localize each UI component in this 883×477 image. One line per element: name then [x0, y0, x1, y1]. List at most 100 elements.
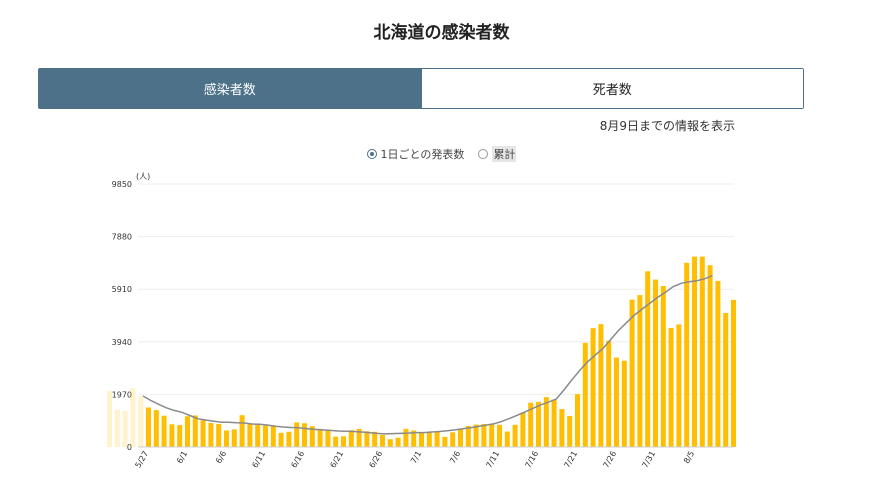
faded-bar: [138, 396, 144, 447]
bar[interactable]: [731, 299, 736, 447]
bar[interactable]: [364, 431, 370, 447]
bar[interactable]: [653, 279, 658, 447]
bar[interactable]: [380, 434, 385, 447]
bar[interactable]: [715, 280, 721, 447]
bar[interactable]: [419, 432, 424, 447]
bar[interactable]: [153, 410, 159, 447]
y-tick-label: 7880: [112, 233, 132, 242]
bar[interactable]: [707, 265, 713, 447]
x-tick-label: 7/1: [409, 450, 423, 466]
bar[interactable]: [676, 324, 682, 447]
bar[interactable]: [270, 425, 276, 447]
faded-bar: [107, 390, 112, 447]
bar[interactable]: [504, 431, 510, 447]
mode-radio-group: 1日ごとの発表数 累計: [0, 146, 883, 162]
bar[interactable]: [489, 423, 495, 447]
bar[interactable]: [458, 428, 463, 447]
bar[interactable]: [239, 415, 245, 447]
bar[interactable]: [302, 423, 307, 447]
bar[interactable]: [333, 436, 339, 447]
bar[interactable]: [614, 357, 619, 447]
radio-cumulative-indicator[interactable]: [478, 149, 489, 159]
bar[interactable]: [192, 415, 198, 447]
bar[interactable]: [216, 424, 222, 447]
chart-x-axis: 5/27 6/1 6/6 6/11 6/16 6/21 6/26 7/1 7/6 7/11 7/16…: [133, 446, 734, 470]
bar[interactable]: [590, 328, 596, 447]
bar[interactable]: [450, 432, 456, 447]
bar[interactable]: [169, 424, 175, 447]
bar[interactable]: [536, 401, 541, 447]
bar[interactable]: [473, 424, 479, 447]
radio-daily-label: 1日ごとの発表数: [380, 148, 465, 161]
bar[interactable]: [317, 428, 323, 447]
x-tick-label: 7/31: [640, 450, 657, 470]
bar[interactable]: [403, 428, 409, 447]
radio-daily-indicator[interactable]: [366, 149, 377, 159]
x-tick-label: 5/27: [133, 450, 150, 470]
x-tick-label: 7/11: [484, 450, 501, 470]
faded-bar: [130, 388, 136, 447]
faded-bar: [114, 409, 120, 447]
tab-deaths[interactable]: 死者数: [420, 69, 803, 108]
infections-chart: 019703940591078809850 (人) 5/27 6/1 6/6 6/11…: [107, 172, 736, 470]
x-tick-label: 6/6: [214, 450, 228, 466]
x-tick-label: 6/11: [250, 450, 267, 470]
chart-gridlines: [138, 183, 734, 448]
bar[interactable]: [512, 424, 518, 447]
bar[interactable]: [481, 424, 487, 447]
bar[interactable]: [146, 407, 151, 447]
bar[interactable]: [645, 271, 651, 447]
bar[interactable]: [286, 431, 292, 447]
bar[interactable]: [348, 430, 354, 447]
bar[interactable]: [660, 285, 666, 447]
bar[interactable]: [692, 256, 697, 447]
bar[interactable]: [543, 397, 549, 447]
bar[interactable]: [551, 399, 557, 447]
bar[interactable]: [629, 299, 635, 447]
bar[interactable]: [598, 324, 604, 447]
bar[interactable]: [325, 430, 331, 447]
bar[interactable]: [294, 422, 300, 447]
as-of-date: 8月9日までの情報を表示: [599, 119, 735, 133]
tab-infections[interactable]: 感染者数: [39, 69, 421, 108]
bar[interactable]: [575, 394, 580, 447]
radio-cumulative[interactable]: 累計: [478, 146, 517, 162]
bar[interactable]: [161, 415, 167, 447]
bar[interactable]: [278, 432, 284, 447]
bar[interactable]: [231, 429, 237, 447]
bar[interactable]: [387, 439, 393, 447]
bar[interactable]: [497, 424, 502, 447]
bar[interactable]: [723, 312, 729, 447]
faded-bar: [122, 410, 128, 447]
bar[interactable]: [341, 436, 346, 447]
radio-daily[interactable]: 1日ごとの発表数: [366, 146, 465, 162]
bar[interactable]: [247, 423, 253, 447]
bar[interactable]: [177, 425, 183, 447]
bar[interactable]: [208, 422, 214, 447]
bar[interactable]: [255, 424, 261, 447]
bar[interactable]: [200, 420, 206, 447]
y-axis-unit-label: (人): [136, 172, 150, 181]
radio-cumulative-label: 累計: [492, 146, 517, 162]
bar[interactable]: [185, 416, 190, 447]
bar[interactable]: [434, 432, 440, 447]
bar[interactable]: [699, 256, 705, 447]
bar[interactable]: [395, 437, 401, 447]
bar[interactable]: [442, 436, 448, 447]
bar[interactable]: [567, 416, 573, 447]
bar[interactable]: [263, 425, 268, 447]
bar[interactable]: [559, 409, 565, 447]
bar[interactable]: [606, 340, 612, 447]
bar[interactable]: [637, 295, 643, 447]
bar[interactable]: [426, 432, 432, 447]
page-title: 北海道の感染者数: [373, 23, 510, 43]
bar[interactable]: [582, 342, 588, 447]
bar[interactable]: [668, 327, 674, 447]
bar[interactable]: [224, 430, 229, 447]
bar[interactable]: [621, 360, 627, 447]
x-tick-label: 6/26: [367, 450, 384, 470]
bar[interactable]: [520, 412, 526, 447]
chart-y-axis: 019703940591078809850: [112, 180, 132, 452]
chart-bars[interactable]: [146, 256, 736, 447]
bar[interactable]: [684, 262, 690, 447]
